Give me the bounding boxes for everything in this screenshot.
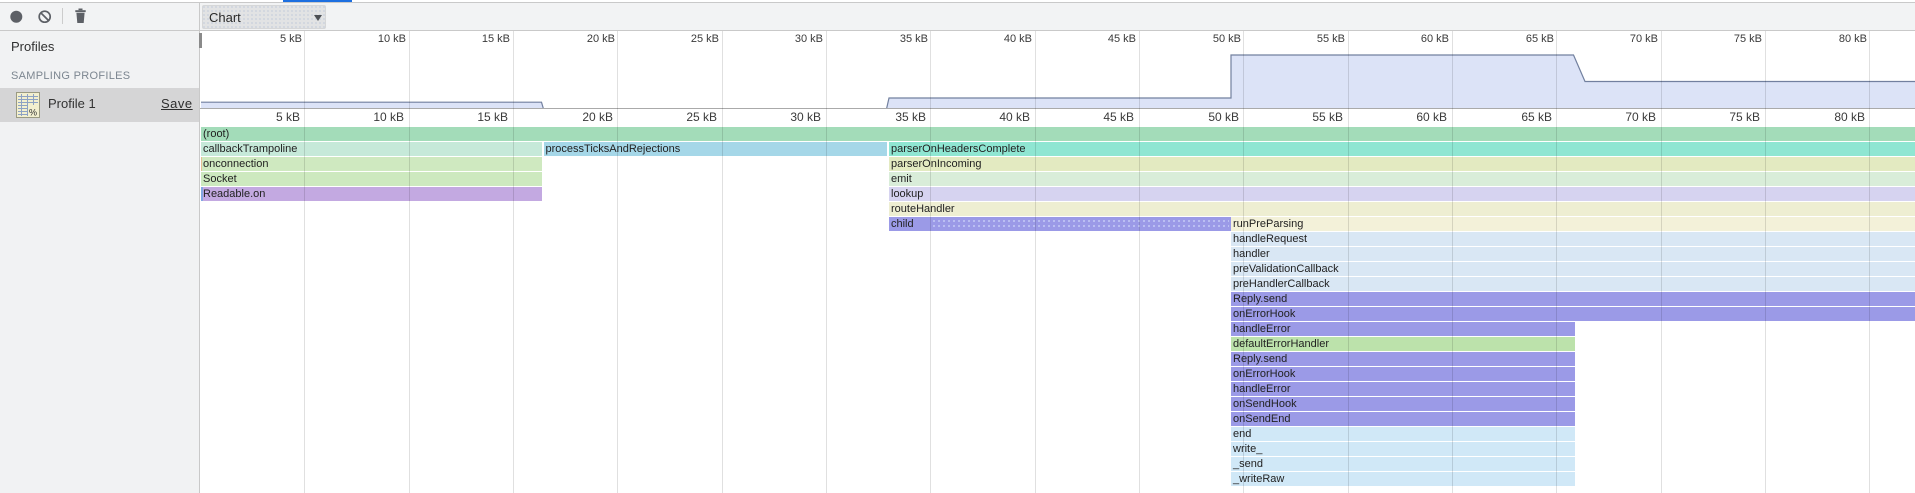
svg-text:%: % [29, 108, 37, 118]
